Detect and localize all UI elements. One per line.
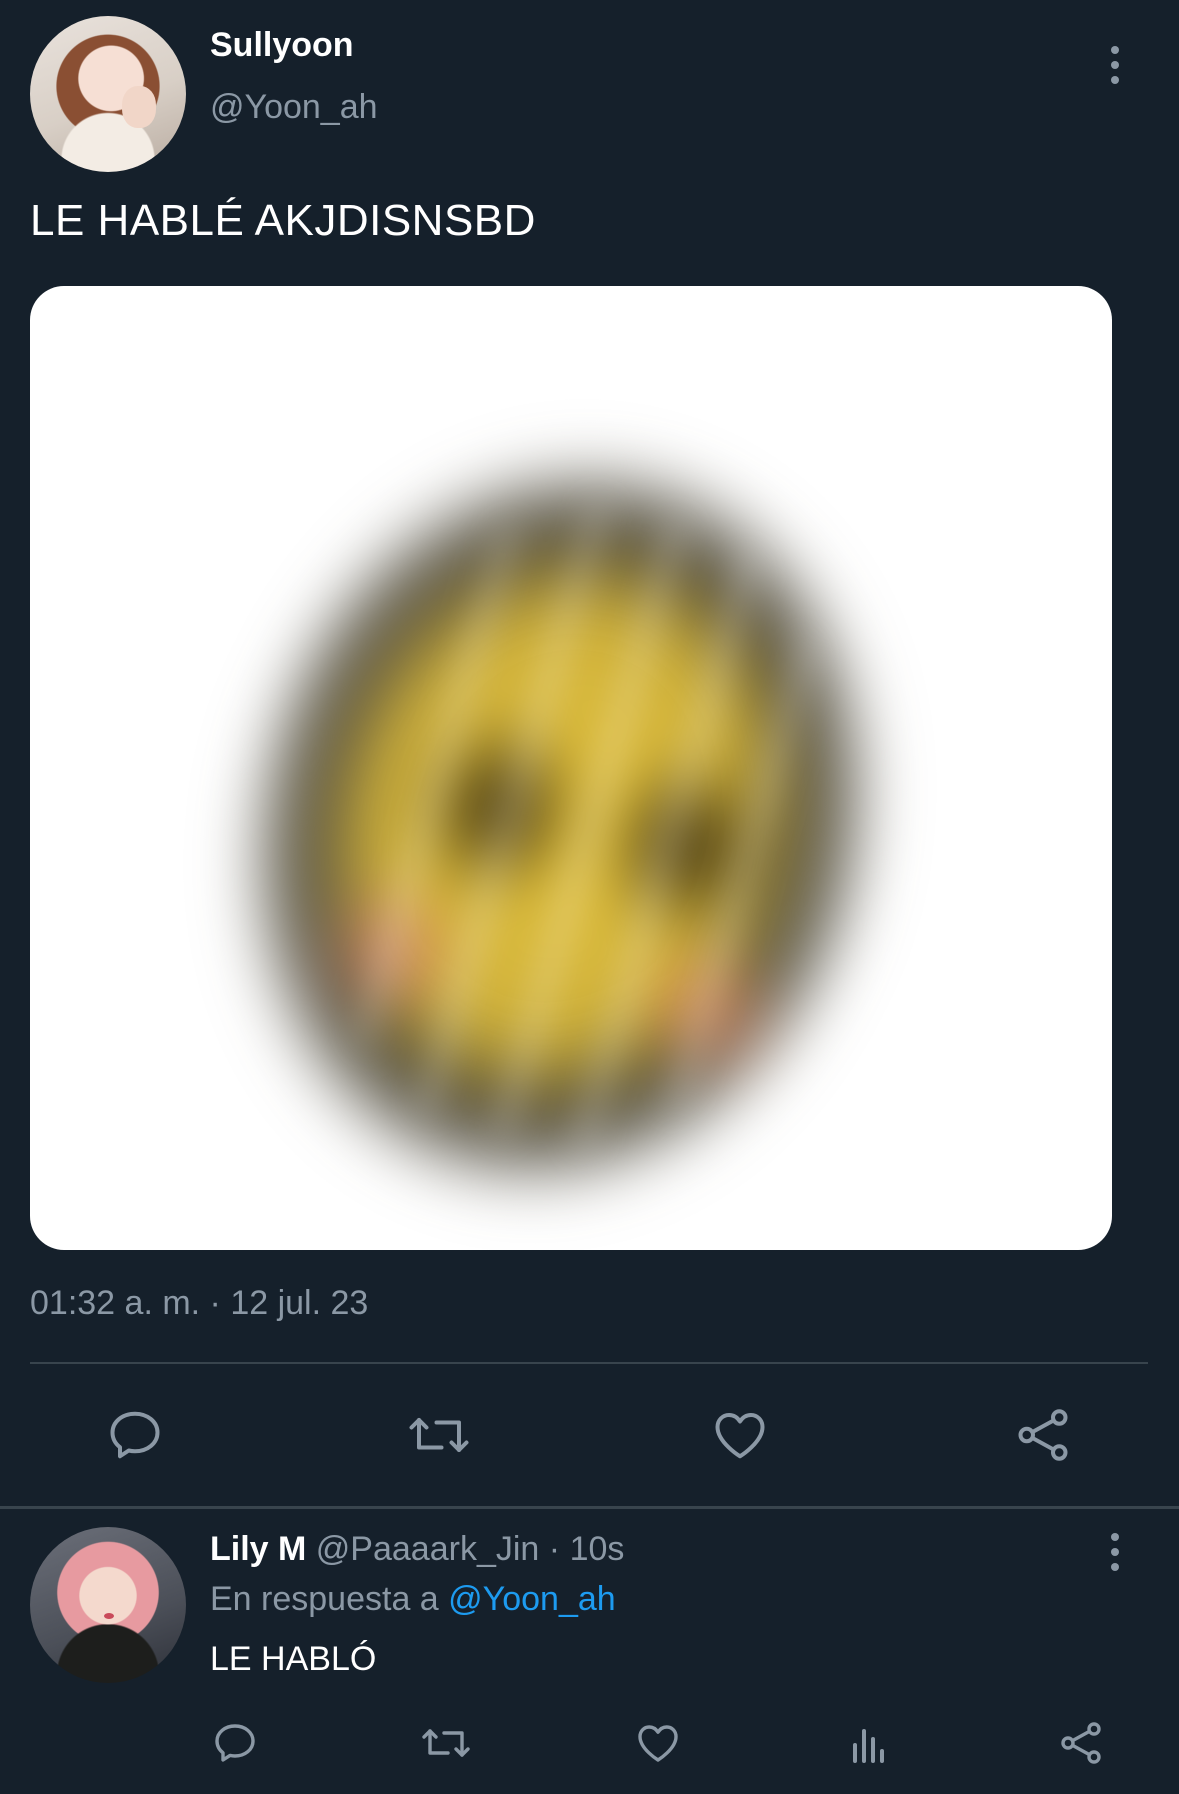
avatar-photo-detail (104, 1613, 114, 1619)
share-icon[interactable] (1046, 1710, 1116, 1776)
divider (30, 1362, 1148, 1364)
retweet-icon[interactable] (411, 1710, 481, 1776)
reply-time[interactable]: 10s (570, 1530, 625, 1568)
share-icon[interactable] (998, 1400, 1088, 1470)
reply-header: Lily M @Paaaark_Jin · 10s (210, 1530, 624, 1569)
like-icon[interactable] (695, 1400, 785, 1470)
more-options-icon[interactable] (1105, 46, 1125, 84)
reply-text: LE HABLÓ (210, 1640, 377, 1678)
replying-to-label: En respuesta a (210, 1580, 439, 1618)
more-options-icon[interactable] (1105, 1533, 1125, 1571)
reply-icon[interactable] (200, 1710, 270, 1776)
replying-to-line: En respuesta a @Yoon_ah (210, 1580, 616, 1619)
tweet-timestamp[interactable]: 01:32 a. m. · 12 jul. 23 (30, 1284, 368, 1323)
author-avatar[interactable] (30, 16, 186, 172)
reply-author-handle[interactable]: @Paaaark_Jin (316, 1530, 540, 1568)
reply-author-avatar[interactable] (30, 1527, 186, 1683)
header-separator: · (548, 1530, 561, 1568)
retweet-icon[interactable] (394, 1400, 484, 1470)
reply-icon[interactable] (90, 1400, 180, 1470)
like-icon[interactable] (623, 1710, 693, 1776)
replying-to-mention[interactable]: @Yoon_ah (448, 1580, 616, 1618)
tweet-media-image[interactable] (30, 286, 1112, 1250)
section-divider (0, 1506, 1179, 1509)
reply-author-display-name[interactable]: Lily M (210, 1530, 306, 1568)
avatar-photo-detail (122, 86, 156, 128)
author-display-name[interactable]: Sullyoon (210, 26, 354, 65)
author-handle[interactable]: @Yoon_ah (210, 88, 378, 127)
views-icon[interactable] (834, 1710, 904, 1776)
tweet-text: LE HABLÉ AKJDISNSBD (30, 196, 536, 245)
